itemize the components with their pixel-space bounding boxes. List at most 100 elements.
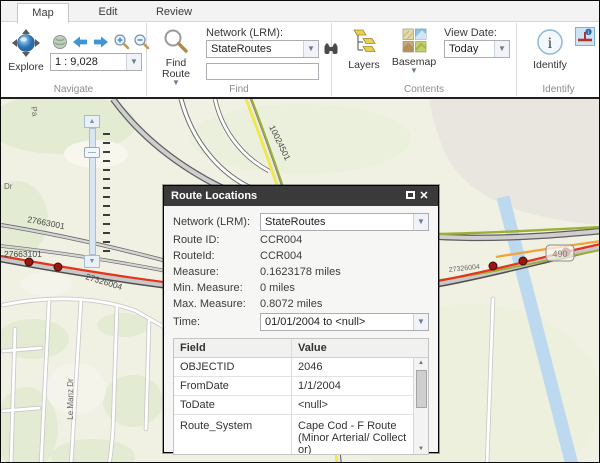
zoom-slider-handle[interactable] (84, 147, 100, 158)
field-label: Measure: (173, 266, 260, 278)
network-lrm-value: StateRoutes (207, 41, 303, 57)
street-label: Le Manz Dr (66, 378, 75, 420)
chevron-down-icon[interactable]: ▼ (413, 314, 428, 330)
group-navigate: Explore (1, 23, 147, 96)
dialog-time-value: 01/01/2004 to <null> (261, 314, 413, 330)
scroll-up-icon[interactable]: ▲ (418, 358, 424, 369)
dialog-title: Route Locations (171, 186, 403, 206)
view-date-value: Today (445, 41, 494, 57)
zoom-level-ticks (103, 133, 110, 253)
identify-button[interactable]: i Identify (529, 28, 571, 71)
identify-label: Identify (529, 60, 571, 71)
view-date-combobox[interactable]: Today ▼ (444, 40, 510, 58)
zoom-slider[interactable]: ▲ ▼ (83, 115, 101, 268)
scrollbar-thumb[interactable] (416, 370, 427, 408)
table-row[interactable]: Route_System Cape Cod - F Route (Minor A… (174, 415, 413, 455)
previous-extent-arrow-icon[interactable] (71, 34, 89, 55)
view-date-label: View Date: (444, 27, 497, 39)
field-label: Route ID: (173, 234, 260, 246)
cell-field: FromDate (174, 377, 292, 395)
find-route-magnifier-icon (163, 45, 189, 57)
ribbon: Map Edit Review Explore (1, 1, 599, 97)
group-contents: Layers Basemap ▼ (332, 23, 517, 96)
street-label: Dr (4, 182, 13, 191)
next-extent-arrow-icon[interactable] (92, 34, 110, 55)
layers-label: Layers (342, 60, 386, 71)
application-window: Map Edit Review Explore (0, 0, 600, 463)
group-label-contents: Contents (332, 84, 516, 95)
cell-value: 2046 (292, 358, 413, 376)
dialog-body: Network (LRM): StateRoutes ▼ Route ID: C… (164, 206, 438, 452)
tab-review[interactable]: Review (143, 3, 205, 23)
tab-map[interactable]: Map (17, 3, 69, 23)
table-header-row: Field Value (174, 339, 428, 358)
map-scale-combobox[interactable]: 1 : 9,028 ▼ (50, 53, 142, 71)
svg-text:i: i (548, 35, 553, 52)
svg-text:490: 490 (552, 249, 567, 259)
find-route-button[interactable]: Find Route ▼ (155, 28, 197, 86)
group-label-find: Find (147, 84, 331, 95)
find-route-label: Find Route (155, 58, 197, 80)
cell-value: Cape Cod - F Route (Minor Arterial/ Coll… (292, 415, 413, 455)
tab-edit[interactable]: Edit (81, 3, 135, 23)
route-locations-dialog: Route Locations ✕ Network (LRM): StateRo… (163, 185, 439, 453)
zoom-slider-down-button[interactable]: ▼ (84, 255, 100, 268)
basemap-icon (402, 44, 427, 56)
basemap-button[interactable]: Basemap ▼ (390, 28, 438, 74)
table-row[interactable]: OBJECTID 2046 (174, 358, 413, 377)
field-label: Network (LRM): (173, 216, 260, 228)
full-extent-globe-icon[interactable] (52, 34, 68, 55)
dialog-network-combobox[interactable]: StateRoutes ▼ (260, 213, 429, 231)
field-value: 0.8072 miles (260, 298, 322, 310)
zoom-slider-up-button[interactable]: ▲ (84, 115, 100, 128)
field-label: Min. Measure: (173, 282, 260, 294)
table-scrollbar[interactable]: ▲ ▼ (413, 358, 428, 455)
field-value: 0.1623178 miles (260, 266, 341, 278)
table-row[interactable]: ToDate <null> (174, 396, 413, 415)
group-identify: i Identify i Identify (517, 23, 600, 96)
route-shield-490: 490 (546, 245, 574, 261)
field-value: 0 miles (260, 282, 295, 294)
group-label-navigate: Navigate (1, 84, 146, 95)
field-label: Max. Measure: (173, 298, 260, 310)
table-row[interactable]: FromDate 1/1/2004 (174, 377, 413, 396)
chevron-down-icon[interactable]: ▼ (126, 54, 141, 70)
field-label: RouteId: (173, 250, 260, 262)
route-label: 27663101 (4, 249, 42, 259)
cell-value: <null> (292, 396, 413, 414)
dialog-title-bar[interactable]: Route Locations ✕ (164, 186, 438, 206)
explore-icon (11, 49, 41, 61)
map-scale-value: 1 : 9,028 (51, 54, 126, 70)
chevron-down-icon[interactable]: ▼ (413, 214, 428, 230)
layers-icon (350, 47, 378, 59)
attributes-table: Field Value OBJECTID 2046 FromDate 1/1/2… (173, 338, 429, 455)
layers-button[interactable]: Layers (342, 28, 386, 71)
explore-label: Explore (4, 62, 48, 73)
ribbon-tab-bar: Map Edit Review (1, 1, 599, 22)
identify-route-location-tool-button[interactable]: i (575, 27, 595, 46)
close-icon[interactable]: ✕ (417, 186, 431, 206)
identify-route-location-icon: i (576, 32, 594, 49)
chevron-down-icon[interactable]: ▼ (303, 41, 318, 57)
group-find: Find Route ▼ Network (LRM): StateRoutes … (147, 23, 332, 96)
dialog-network-value: StateRoutes (261, 214, 413, 230)
column-header-value: Value (292, 339, 428, 357)
network-lrm-label: Network (LRM): (206, 27, 283, 39)
zoom-in-icon[interactable] (113, 33, 130, 55)
field-label: Time: (173, 316, 260, 328)
scroll-down-icon[interactable]: ▼ (418, 444, 424, 455)
explore-button[interactable]: Explore (4, 28, 48, 73)
dialog-time-combobox[interactable]: 01/01/2004 to <null> ▼ (260, 313, 429, 331)
route-id-input[interactable] (206, 63, 319, 80)
field-value: CCR004 (260, 250, 302, 262)
cell-field: Route_System (174, 415, 292, 455)
column-header-field: Field (174, 339, 292, 357)
group-label-identify: Identify (517, 84, 600, 95)
network-lrm-combobox[interactable]: StateRoutes ▼ (206, 40, 319, 58)
chevron-down-icon[interactable]: ▼ (494, 41, 509, 57)
cell-value: 1/1/2004 (292, 377, 413, 395)
cell-field: ToDate (174, 396, 292, 414)
maximize-icon[interactable] (403, 186, 417, 206)
identify-icon: i (536, 47, 564, 59)
field-value: CCR004 (260, 234, 302, 246)
